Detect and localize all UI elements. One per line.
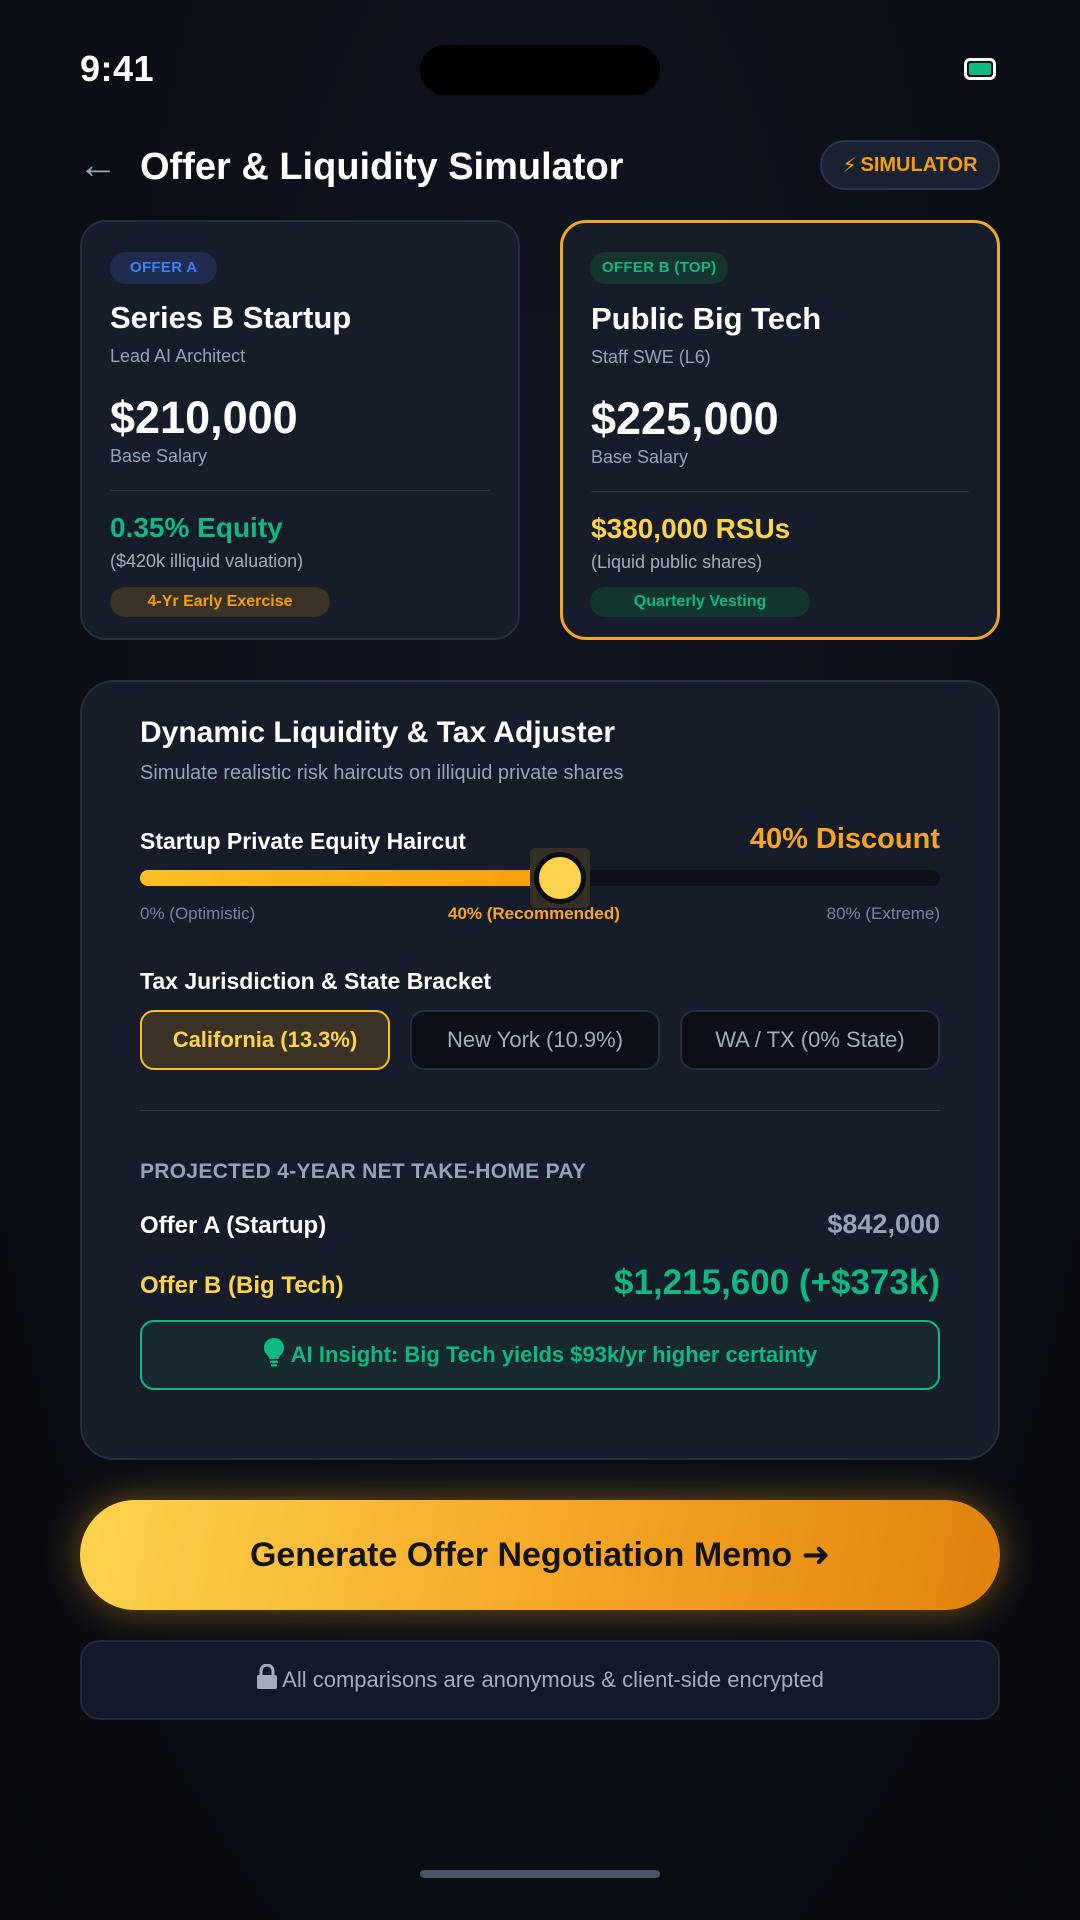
generate-memo-button[interactable]: Generate Offer Negotiation Memo ➜ [80, 1500, 1000, 1610]
tax-option-new-york[interactable]: New York (10.9%) [410, 1010, 660, 1070]
haircut-value: 40% Discount [749, 823, 940, 855]
haircut-label: Startup Private Equity Haircut [140, 828, 466, 854]
back-arrow-icon[interactable]: ← [78, 140, 118, 190]
card-divider [110, 490, 490, 491]
base-salary-label: Base Salary [591, 447, 689, 467]
company-name: Series B Startup [110, 300, 352, 335]
vesting-pill: 4-Yr Early Exercise [110, 587, 330, 617]
equity-note: ($420k illiquid valuation) [110, 551, 304, 571]
panel-divider [140, 1110, 940, 1111]
lock-icon [256, 1663, 278, 1696]
base-salary-value: $225,000 [591, 393, 779, 444]
slider-tick-min: 0% (Optimistic) [140, 904, 256, 923]
simulator-label: SIMULATOR [860, 153, 978, 176]
home-indicator [420, 1870, 660, 1878]
offer-a-projection-label: Offer A (Startup) [140, 1212, 327, 1239]
offer-b-projection-label: Offer B (Big Tech) [140, 1272, 344, 1299]
ai-insight-text: AI Insight: Big Tech yields $93k/yr high… [290, 1342, 818, 1367]
dynamic-island [420, 45, 660, 95]
vesting-pill: Quarterly Vesting [590, 587, 810, 617]
tax-label: Tax Jurisdiction & State Bracket [140, 968, 492, 994]
equity-note: (Liquid public shares) [591, 552, 763, 572]
company-name: Public Big Tech [591, 301, 822, 336]
tax-option-wa-tx[interactable]: WA / TX (0% State) [680, 1010, 940, 1070]
offer-card-a[interactable]: OFFER A Series B Startup Lead AI Archite… [80, 220, 520, 640]
haircut-slider-fill [140, 870, 560, 886]
status-time: 9:41 [80, 48, 155, 89]
haircut-slider-thumb[interactable] [534, 852, 586, 904]
simulator-button[interactable]: ⚡ SIMULATOR [820, 140, 1000, 190]
lightning-icon: ⚡ [842, 154, 857, 177]
slider-tick-max: 80% (Extreme) [826, 904, 940, 923]
lightbulb-icon [263, 1337, 285, 1373]
base-salary-label: Base Salary [110, 446, 208, 466]
slider-tick-recommended: 40% (Recommended) [448, 904, 620, 923]
equity-value: 0.35% Equity [110, 512, 283, 543]
offer-card-b[interactable]: OFFER B (TOP) Public Big Tech Staff SWE … [560, 220, 1000, 640]
card-divider [591, 491, 969, 492]
offer-b-projection-value: $1,215,600 (+$373k) [614, 1263, 940, 1302]
panel-title: Dynamic Liquidity & Tax Adjuster [140, 716, 616, 749]
rsu-value: $380,000 RSUs [591, 513, 791, 544]
battery-icon [964, 58, 996, 80]
offer-a-projection-value: $842,000 [827, 1209, 940, 1239]
offer-badge: OFFER B (TOP) [590, 252, 729, 284]
page-title: Offer & Liquidity Simulator [140, 146, 624, 188]
projection-label: PROJECTED 4-YEAR NET TAKE-HOME PAY [140, 1160, 587, 1183]
base-salary-value: $210,000 [110, 392, 298, 443]
privacy-note-text: All comparisons are anonymous & client-s… [282, 1667, 824, 1692]
privacy-note: All comparisons are anonymous & client-s… [80, 1640, 1000, 1720]
offer-badge: OFFER A [110, 252, 218, 284]
ai-insight-banner: AI Insight: Big Tech yields $93k/yr high… [140, 1320, 940, 1390]
tax-option-california[interactable]: California (13.3%) [140, 1010, 390, 1070]
panel-subtitle: Simulate realistic risk haircuts on illi… [140, 762, 624, 784]
role-title: Lead AI Architect [110, 346, 246, 366]
role-title: Staff SWE (L6) [591, 347, 711, 367]
